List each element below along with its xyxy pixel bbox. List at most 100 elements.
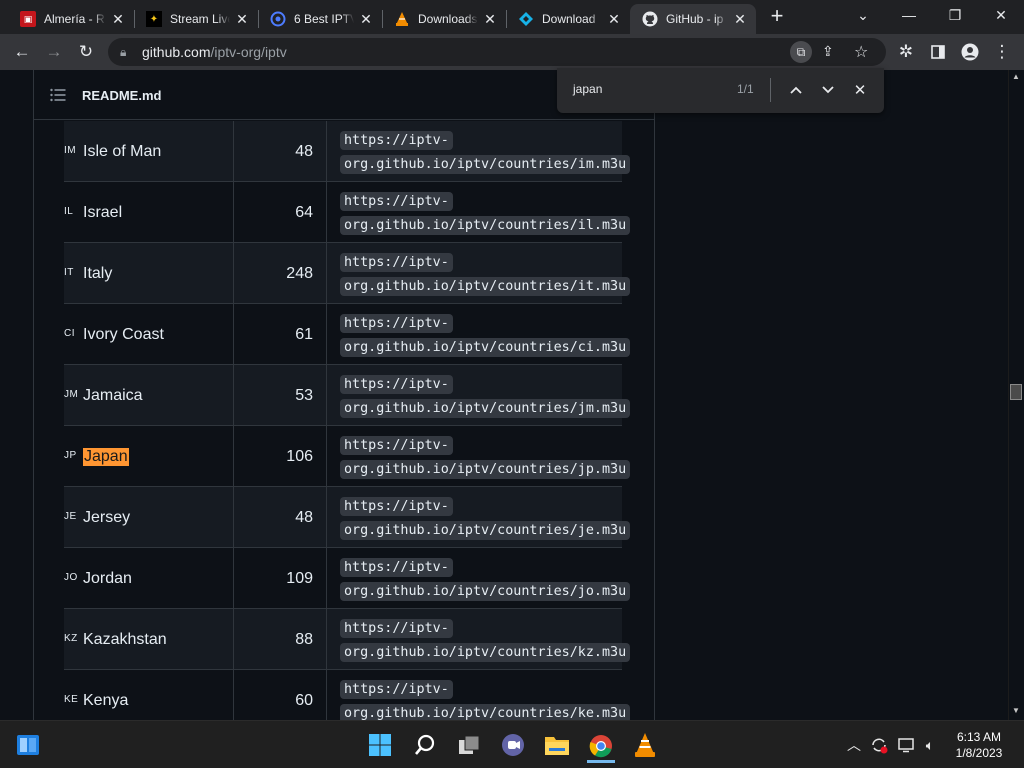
- close-icon[interactable]: ✕: [358, 11, 374, 27]
- find-in-page-icon[interactable]: ⧉: [790, 41, 812, 63]
- find-previous-button[interactable]: [785, 79, 807, 101]
- widgets-icon[interactable]: [14, 731, 42, 759]
- table-row: JP Japan 106 https://iptv-org.github.io/ipt…: [64, 426, 631, 487]
- lock-icon[interactable]: 🔒︎: [120, 45, 126, 60]
- flag-code: JE: [64, 511, 77, 522]
- file-explorer-icon[interactable]: [543, 731, 571, 759]
- tab-4[interactable]: Download ✕: [506, 4, 630, 34]
- country-cell: CI Ivory Coast: [64, 304, 234, 365]
- windows-taskbar: ︿ 🔈︎ 6:13 AM 1/8/2023: [0, 720, 1024, 768]
- channel-count: 48: [295, 509, 313, 526]
- back-button[interactable]: ←: [8, 38, 36, 66]
- channel-count-cell: 248: [234, 243, 327, 304]
- vlc-taskbar-icon[interactable]: [631, 731, 659, 759]
- tab-title: 6 Best IPTV: [294, 12, 354, 26]
- profile-avatar-icon[interactable]: [956, 38, 984, 66]
- tab-strip: ▣ Almería - R ✕ ✦ Stream Live ✕ 6 Best I…: [0, 0, 1024, 34]
- minimize-button[interactable]: —: [886, 0, 932, 30]
- channel-count: 106: [286, 448, 313, 465]
- channel-count: 61: [295, 326, 313, 343]
- playlist-url-line1[interactable]: https://iptv-: [340, 192, 453, 211]
- playlist-url-line1[interactable]: https://iptv-: [340, 253, 453, 272]
- playlist-url-line1[interactable]: https://iptv-: [340, 375, 453, 394]
- tab-search-chevron-icon[interactable]: ⌄: [840, 0, 886, 30]
- clock-time[interactable]: 6:13 AM: [946, 730, 1012, 744]
- playlist-url-line2[interactable]: org.github.io/iptv/countries/je.m3u: [340, 521, 631, 540]
- volume-icon[interactable]: 🔈︎: [920, 735, 940, 755]
- playlist-url-line2[interactable]: org.github.io/iptv/countries/it.m3u: [340, 277, 631, 296]
- playlist-url-line1[interactable]: https://iptv-: [340, 680, 453, 699]
- find-next-button[interactable]: [817, 79, 839, 101]
- share-icon[interactable]: ⇪: [822, 43, 834, 60]
- clock-date[interactable]: 1/8/2023: [946, 746, 1012, 760]
- chrome-icon[interactable]: [587, 731, 615, 763]
- close-window-button[interactable]: ✕: [978, 0, 1024, 30]
- playlist-url-line2[interactable]: org.github.io/iptv/countries/jo.m3u: [340, 582, 631, 601]
- tab-2[interactable]: 6 Best IPTV ✕: [258, 4, 382, 34]
- flag-code: KE: [64, 694, 79, 705]
- restore-button[interactable]: ❐: [932, 0, 978, 30]
- new-tab-button[interactable]: +: [766, 5, 788, 28]
- playlist-url-line1[interactable]: https://iptv-: [340, 436, 453, 455]
- playlist-url-line1[interactable]: https://iptv-: [340, 619, 453, 638]
- teams-chat-icon[interactable]: [499, 731, 527, 759]
- playlist-url-line1[interactable]: https://iptv-: [340, 131, 453, 150]
- country-cell: JM Jamaica: [64, 365, 234, 426]
- scroll-up-arrow-icon[interactable]: ▲: [1012, 72, 1020, 81]
- sync-alert-icon[interactable]: [869, 735, 889, 755]
- reload-button[interactable]: ↻: [72, 38, 100, 66]
- playlist-url-line2[interactable]: org.github.io/iptv/countries/ci.m3u: [340, 338, 631, 357]
- close-icon[interactable]: ✕: [606, 11, 622, 27]
- playlist-url-line2[interactable]: org.github.io/iptv/countries/kz.m3u: [340, 643, 631, 662]
- scrollbar[interactable]: ▲ ▼: [1008, 70, 1024, 720]
- close-icon[interactable]: ✕: [482, 11, 498, 27]
- playlist-url-line1[interactable]: https://iptv-: [340, 314, 453, 333]
- close-icon[interactable]: ✕: [732, 11, 748, 27]
- scroll-thumb[interactable]: [1010, 384, 1022, 400]
- vlc-icon: [394, 11, 410, 27]
- playlist-url-line1[interactable]: https://iptv-: [340, 558, 453, 577]
- table-of-contents-icon[interactable]: [50, 88, 66, 102]
- playlist-url-line2[interactable]: org.github.io/iptv/countries/jp.m3u: [340, 460, 631, 479]
- country-name: Isle of Man: [83, 143, 162, 160]
- table-row: JE Jersey 48 https://iptv-org.github.io/ipt…: [64, 487, 631, 548]
- playlist-url-cell: https://iptv-org.github.io/iptv/countrie…: [327, 426, 631, 487]
- search-icon[interactable]: [411, 731, 439, 759]
- address-bar[interactable]: 🔒︎ github.com/iptv-org/iptv ⧉ ⇪ ☆: [108, 38, 886, 66]
- tab-0[interactable]: ▣ Almería - R ✕: [8, 4, 134, 34]
- find-input[interactable]: japan: [573, 82, 602, 96]
- flag-code: KZ: [64, 633, 78, 644]
- country-cell: JO Jordan: [64, 548, 234, 609]
- url-text[interactable]: github.com/iptv-org/iptv: [142, 44, 287, 60]
- show-hidden-icons-chevron-icon[interactable]: ︿: [844, 735, 864, 755]
- playlist-url-line2[interactable]: org.github.io/iptv/countries/ke.m3u: [340, 704, 631, 720]
- network-icon[interactable]: [896, 735, 916, 755]
- tab-5-active[interactable]: GitHub - ip ✕: [630, 4, 756, 34]
- side-panel-icon[interactable]: [924, 38, 952, 66]
- forward-button[interactable]: →: [40, 38, 68, 66]
- flag-code: IL: [64, 206, 74, 217]
- extensions-icon[interactable]: ✲: [892, 38, 920, 66]
- countries-table: IM Isle of Man 48 https://iptv-org.github.i…: [64, 121, 631, 720]
- task-view-icon[interactable]: [455, 731, 483, 759]
- tab-3[interactable]: Downloads ✕: [382, 4, 506, 34]
- table-row: IT Italy 248 https://iptv-org.github.io/ipt…: [64, 243, 631, 304]
- playlist-url-line2[interactable]: org.github.io/iptv/countries/il.m3u: [340, 216, 631, 235]
- find-close-button[interactable]: ✕: [849, 79, 871, 101]
- menu-kebab-icon[interactable]: ⋮: [988, 38, 1016, 66]
- playlist-url-line1[interactable]: https://iptv-: [340, 497, 453, 516]
- playlist-url-line2[interactable]: org.github.io/iptv/countries/jm.m3u: [340, 399, 631, 418]
- tab-title: Stream Live: [170, 12, 230, 26]
- windows-start-icon[interactable]: [366, 731, 394, 759]
- flag-code: CI: [64, 328, 75, 339]
- close-icon[interactable]: ✕: [234, 11, 250, 27]
- bookmark-star-icon[interactable]: ☆: [854, 42, 868, 62]
- flag-code: JO: [64, 572, 78, 583]
- scroll-down-arrow-icon[interactable]: ▼: [1012, 706, 1020, 715]
- country-cell: KE Kenya: [64, 670, 234, 720]
- playlist-url-line2[interactable]: org.github.io/iptv/countries/im.m3u: [340, 155, 631, 174]
- country-name: Italy: [83, 265, 113, 282]
- playlist-url-cell: https://iptv-org.github.io/iptv/countrie…: [327, 365, 631, 426]
- tab-1[interactable]: ✦ Stream Live ✕: [134, 4, 258, 34]
- close-icon[interactable]: ✕: [110, 11, 126, 27]
